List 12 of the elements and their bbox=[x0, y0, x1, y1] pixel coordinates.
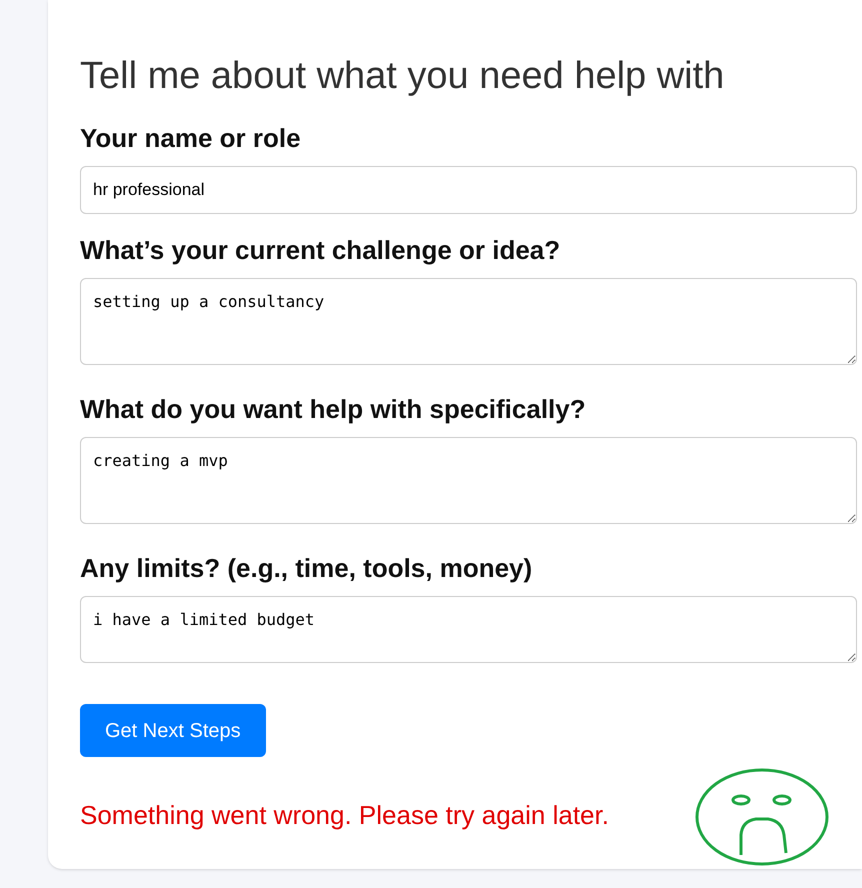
field-label: What’s your current challenge or idea? bbox=[80, 234, 562, 266]
submit-button[interactable]: Get Next Steps bbox=[80, 704, 266, 757]
text-area[interactable]: i have a limited budget bbox=[80, 596, 857, 663]
field-label: What do you want help with specifically? bbox=[80, 393, 587, 425]
text-area[interactable]: setting up a consultancy bbox=[80, 278, 857, 365]
field-label: Any limits? (e.g., time, tools, money) bbox=[80, 552, 534, 584]
error-message: Something went wrong. Please try again later. bbox=[80, 799, 610, 831]
page-heading: Tell me about what you need help with bbox=[80, 54, 726, 99]
text-area[interactable]: creating a mvp bbox=[80, 437, 857, 524]
input-field[interactable]: hr professional bbox=[80, 166, 857, 214]
field-label: Your name or role bbox=[80, 122, 302, 154]
sad-face-icon bbox=[694, 767, 830, 867]
